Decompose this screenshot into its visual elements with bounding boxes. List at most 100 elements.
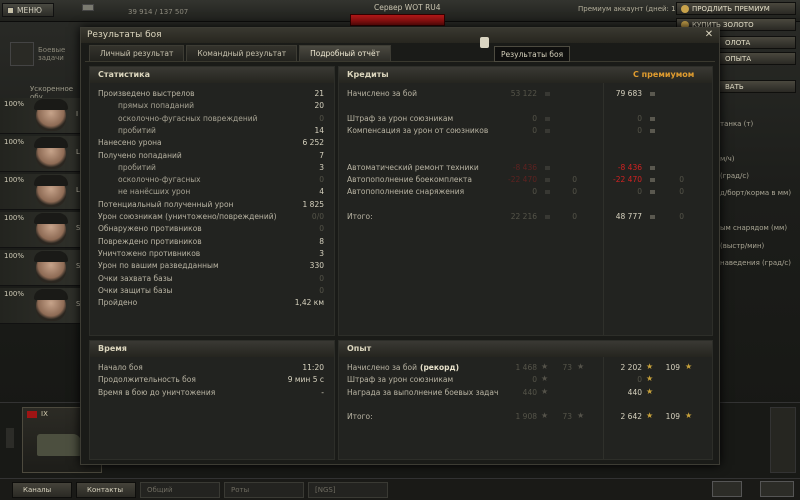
stat-value: 7 xyxy=(319,150,324,160)
stat-label: Получено попаданий xyxy=(98,150,182,160)
exp-star-icon: ★ xyxy=(541,411,549,421)
nation-flag-icon xyxy=(27,411,37,418)
exp-premium-value: 2 642 xyxy=(620,412,642,422)
credit-base-value: -22 470 xyxy=(508,175,537,185)
time-value: 11:20 xyxy=(302,363,324,372)
stat-value: 0 xyxy=(319,273,324,283)
tab-detailed-report[interactable]: Подробный отчёт xyxy=(299,45,391,61)
free-exp-star-icon: ★ xyxy=(577,362,585,371)
credit-base-value: 0 xyxy=(532,187,537,197)
exp-label-text: Начислено за бой xyxy=(347,363,418,372)
exp-premium-value: 2 202 xyxy=(620,363,642,372)
stat-value: 1 825 xyxy=(302,199,324,209)
service-icon[interactable] xyxy=(760,481,794,497)
premium-icon xyxy=(681,4,689,13)
premium-column-header: С премиумом xyxy=(633,70,695,79)
crew-member[interactable]: 100% L xyxy=(0,136,85,172)
credit-label: Автопополнение боекомплекта xyxy=(347,175,472,185)
exp-premium-value: 0 xyxy=(637,375,642,385)
battle-results-dialog: Результаты боя ✕ Личный результат Команд… xyxy=(80,27,720,465)
prolong-premium-button[interactable]: ПРОДЛИТЬ ПРЕМИУМ xyxy=(676,2,796,15)
exp-star-icon: ★ xyxy=(541,386,549,396)
crew-member[interactable]: 100% S xyxy=(0,250,85,286)
chat-tab-clan[interactable]: [NGS] xyxy=(308,481,388,498)
param-line: (град/с) xyxy=(720,172,749,180)
crew-cap-icon xyxy=(34,289,68,300)
close-icon[interactable]: ✕ xyxy=(703,29,715,41)
time-label: Начало боя xyxy=(98,363,143,372)
tab-team-result[interactable]: Командный результат xyxy=(186,45,298,61)
stat-value: 0 xyxy=(319,113,324,123)
stat-label: Очки захвата базы xyxy=(98,273,173,283)
menu-button[interactable]: МЕНЮ xyxy=(2,3,54,17)
credit-base-value: 0 xyxy=(532,125,537,135)
stat-value: 14 xyxy=(314,125,324,135)
top-bar: МЕНЮ 39 914 / 137 507 Сервер WOT RU4 Пре… xyxy=(0,0,800,31)
notifications-icon[interactable] xyxy=(712,481,742,497)
chat-tab-general[interactable]: Общий xyxy=(140,481,220,498)
account-credits: 39 914 / 137 507 xyxy=(128,8,189,16)
free-exp-star-icon: ★ xyxy=(685,411,693,421)
game-client: МЕНЮ 39 914 / 137 507 Сервер WOT RU4 Пре… xyxy=(0,0,800,500)
exp-label-text: Штраф за урон союзникам xyxy=(347,375,454,385)
crew-member[interactable]: 100% I xyxy=(0,98,85,134)
stat-value: 4 xyxy=(319,187,324,197)
hand-cursor-icon xyxy=(480,37,489,48)
stat-value: 3 xyxy=(319,162,324,172)
battle-button[interactable] xyxy=(350,14,445,26)
crew-skill-percent: 100% xyxy=(4,252,25,260)
credit-base-value: 0 xyxy=(532,113,537,123)
param-line: наведения (град/с) xyxy=(720,259,791,267)
exp-label: Итого: xyxy=(347,412,373,421)
missions-label: Боевые задачи xyxy=(38,46,66,62)
credits-icon xyxy=(545,92,550,96)
prolong-premium-label: ПРОДЛИТЬ ПРЕМИУМ xyxy=(692,4,770,13)
crew-member[interactable]: 100% S xyxy=(0,212,85,248)
exp-label: Награда за выполнение боевых задач xyxy=(347,388,498,397)
gold-base-value: 0 xyxy=(572,175,577,185)
time-value: - xyxy=(321,387,324,397)
carousel-left-arrow[interactable] xyxy=(6,428,14,448)
server-label: Сервер WOT RU4 xyxy=(374,3,441,12)
exchange-gold-button[interactable]: ОЛОТА xyxy=(716,36,796,49)
exp-base-value: 1 908 xyxy=(515,412,537,422)
column-divider xyxy=(603,357,604,459)
free-exp-base-value: 73 xyxy=(562,412,572,422)
time-label: Продолжительность боя xyxy=(98,375,196,385)
exp-star-icon: ★ xyxy=(541,374,549,384)
menu-label: МЕНЮ xyxy=(17,5,42,15)
crew-cap-icon xyxy=(34,175,68,186)
account-flag-icon xyxy=(82,4,94,11)
statistics-panel: Статистика Произведено выстрелов 21 прямых… xyxy=(89,66,335,336)
carousel-right-arrow[interactable] xyxy=(770,407,796,473)
tab-personal-result[interactable]: Личный результат xyxy=(89,45,185,61)
credit-premium-value: -8 436 xyxy=(617,162,642,172)
time-panel: Время Начало боя 11:20 Продолжительность б… xyxy=(89,340,335,460)
param-line: м/ч) xyxy=(720,155,735,163)
exp-base-value: 1 468 xyxy=(515,363,537,372)
credit-premium-value: 0 xyxy=(637,113,642,123)
dialog-tabs: Личный результат Командный результат Под… xyxy=(89,45,391,61)
free-exp-star-icon: ★ xyxy=(685,362,693,371)
exp-label-text: Награда за выполнение боевых задач xyxy=(347,387,499,397)
crew-member[interactable]: 100% L xyxy=(0,174,85,210)
stat-value: 0 xyxy=(319,224,324,234)
account-info xyxy=(82,4,94,11)
exp-premium-value: 440 xyxy=(627,387,642,397)
tank-tier: IX xyxy=(41,410,48,418)
stat-label: Повреждено противников xyxy=(98,236,202,246)
exp-star-icon: ★ xyxy=(646,374,654,384)
contacts-button[interactable]: Контакты xyxy=(76,481,136,498)
crew-member[interactable]: 100% S xyxy=(0,288,85,324)
chat-tab-companies[interactable]: Роты xyxy=(224,481,304,498)
channels-button[interactable]: Каналы xyxy=(12,481,72,498)
free-exp-base-value: 73 xyxy=(562,363,572,372)
exp-base-value: 0 xyxy=(532,375,537,385)
gold-premium-value: 0 xyxy=(679,175,684,185)
experience-header: Опыт xyxy=(339,341,712,357)
stat-value: 3 xyxy=(319,248,324,258)
credit-label: Компенсация за урон от союзников xyxy=(347,125,489,135)
time-value: 9 мин 5 с xyxy=(287,375,324,385)
missions-widget[interactable]: Боевые задачи xyxy=(6,40,76,70)
dialog-title-bar[interactable]: Результаты боя ✕ xyxy=(81,28,719,43)
